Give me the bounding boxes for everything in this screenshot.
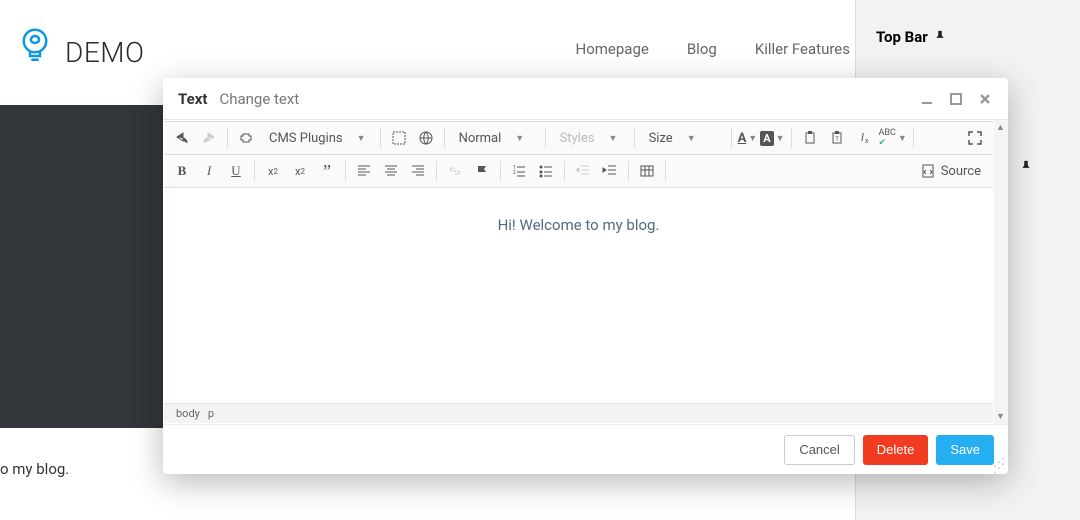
close-button[interactable]	[979, 93, 993, 105]
chevron-down-icon: ▼	[357, 133, 366, 144]
align-left-icon[interactable]	[352, 159, 376, 183]
separator	[545, 128, 546, 148]
editor-content[interactable]: Hi! Welcome to my blog.	[164, 188, 993, 403]
nav-features[interactable]: Killer Features	[755, 40, 850, 58]
delete-button[interactable]: Delete	[863, 435, 929, 465]
paragraph-format-dropdown[interactable]: Normal ▼	[451, 126, 539, 150]
separator	[444, 128, 445, 148]
separator	[500, 161, 501, 181]
separator	[731, 128, 732, 148]
nav-homepage[interactable]: Homepage	[576, 40, 649, 58]
toolbar-row-2: B I U x2 x2 ” 12	[164, 155, 993, 188]
svg-text:T: T	[835, 136, 839, 143]
scroll-up-arrow[interactable]: ▲	[996, 122, 1005, 133]
source-doc-icon	[921, 164, 935, 178]
chevron-down-icon: ▼	[608, 133, 617, 144]
maximize-button[interactable]	[950, 93, 964, 105]
separator	[628, 161, 629, 181]
modal-footer: Cancel Delete Save ⋰⋰	[163, 424, 1008, 474]
bg-color-button[interactable]: A▼	[760, 126, 784, 150]
nav-blog[interactable]: Blog	[687, 40, 717, 58]
minimize-button[interactable]	[921, 93, 935, 105]
separator	[913, 128, 914, 148]
show-blocks-icon[interactable]	[387, 126, 411, 150]
site-title: DEMO	[65, 36, 144, 69]
separator	[227, 128, 228, 148]
blockquote-button[interactable]: ”	[315, 159, 339, 183]
separator	[345, 161, 346, 181]
window-controls	[921, 93, 993, 105]
modal-titlebar[interactable]: Text Change text	[163, 78, 1008, 120]
numbered-list-icon[interactable]: 12	[507, 159, 531, 183]
align-center-icon[interactable]	[379, 159, 403, 183]
sidebar-title-text: Top Bar	[876, 28, 928, 46]
size-label: Size	[649, 131, 673, 146]
font-size-dropdown[interactable]: Size ▼	[641, 126, 725, 150]
modal-subtitle: Change text	[219, 90, 299, 108]
underline-button[interactable]: U	[224, 159, 248, 183]
bulleted-list-icon[interactable]	[534, 159, 558, 183]
paste-icon[interactable]	[798, 126, 822, 150]
anchor-flag-icon[interactable]	[470, 159, 494, 183]
elements-path-body[interactable]: body	[176, 407, 200, 420]
spellcheck-icon[interactable]: ABC✔▼	[879, 126, 907, 150]
outdent-icon[interactable]	[571, 159, 595, 183]
pin-icon	[933, 30, 947, 44]
toolbar-row-1: CMS Plugins ▼ Normal ▼ Styles ▼ Size ▼ A▼ A▼…	[164, 121, 993, 155]
separator	[634, 128, 635, 148]
separator	[436, 161, 437, 181]
source-button[interactable]: Source	[915, 164, 987, 179]
indent-icon[interactable]	[598, 159, 622, 183]
pin-icon	[1019, 160, 1033, 174]
undo-icon[interactable]	[170, 126, 194, 150]
svg-text:x: x	[865, 137, 869, 145]
subscript-button[interactable]: x2	[261, 159, 285, 183]
editor-body: CMS Plugins ▼ Normal ▼ Styles ▼ Size ▼ A▼ A▼…	[163, 120, 994, 424]
logo-bulb-icon	[20, 26, 50, 66]
text-color-button[interactable]: A▼	[738, 126, 758, 150]
superscript-button[interactable]: x2	[288, 159, 312, 183]
format-value: Normal	[459, 131, 502, 146]
chevron-down-icon: ▼	[687, 133, 696, 144]
plugin-icon[interactable]	[234, 126, 258, 150]
separator	[791, 128, 792, 148]
text-editor-modal: Text Change text CMS Plugins ▼ Normal ▼	[163, 78, 1008, 474]
save-button[interactable]: Save	[936, 435, 994, 465]
source-label: Source	[941, 164, 981, 179]
main-nav: Homepage Blog Killer Features	[576, 40, 851, 58]
styles-placeholder: Styles	[560, 131, 595, 146]
chevron-down-icon: ▼	[515, 133, 524, 144]
cms-plugins-dropdown[interactable]: CMS Plugins ▼	[261, 126, 374, 150]
svg-text:I: I	[861, 131, 864, 144]
table-icon[interactable]	[635, 159, 659, 183]
cms-plugins-label: CMS Plugins	[269, 131, 343, 146]
resize-grip-icon[interactable]: ⋰⋰	[993, 459, 1005, 471]
link-icon[interactable]	[443, 159, 467, 183]
editor-scrollbar[interactable]: ▲ ▼	[994, 120, 1008, 424]
editor-status-bar: body p	[164, 403, 993, 423]
separator	[665, 161, 666, 181]
align-right-icon[interactable]	[406, 159, 430, 183]
separator	[564, 161, 565, 181]
remove-format-icon[interactable]: Ix	[852, 126, 876, 150]
redo-icon[interactable]	[197, 126, 221, 150]
svg-text:2: 2	[513, 170, 516, 176]
globe-icon[interactable]	[414, 126, 438, 150]
bold-button[interactable]: B	[170, 159, 194, 183]
elements-path-p[interactable]: p	[208, 407, 214, 420]
maximize-editor-icon[interactable]	[963, 126, 987, 150]
styles-dropdown[interactable]: Styles ▼	[552, 126, 628, 150]
modal-title: Text	[178, 90, 207, 108]
cancel-button[interactable]: Cancel	[784, 435, 854, 465]
scroll-down-arrow[interactable]: ▼	[996, 411, 1005, 422]
separator	[254, 161, 255, 181]
editor-wrapper: CMS Plugins ▼ Normal ▼ Styles ▼ Size ▼ A▼ A▼…	[163, 120, 1008, 424]
sidebar-title: Top Bar	[876, 28, 1060, 46]
separator	[380, 128, 381, 148]
italic-button[interactable]: I	[197, 159, 221, 183]
paste-text-icon[interactable]: T	[825, 126, 849, 150]
